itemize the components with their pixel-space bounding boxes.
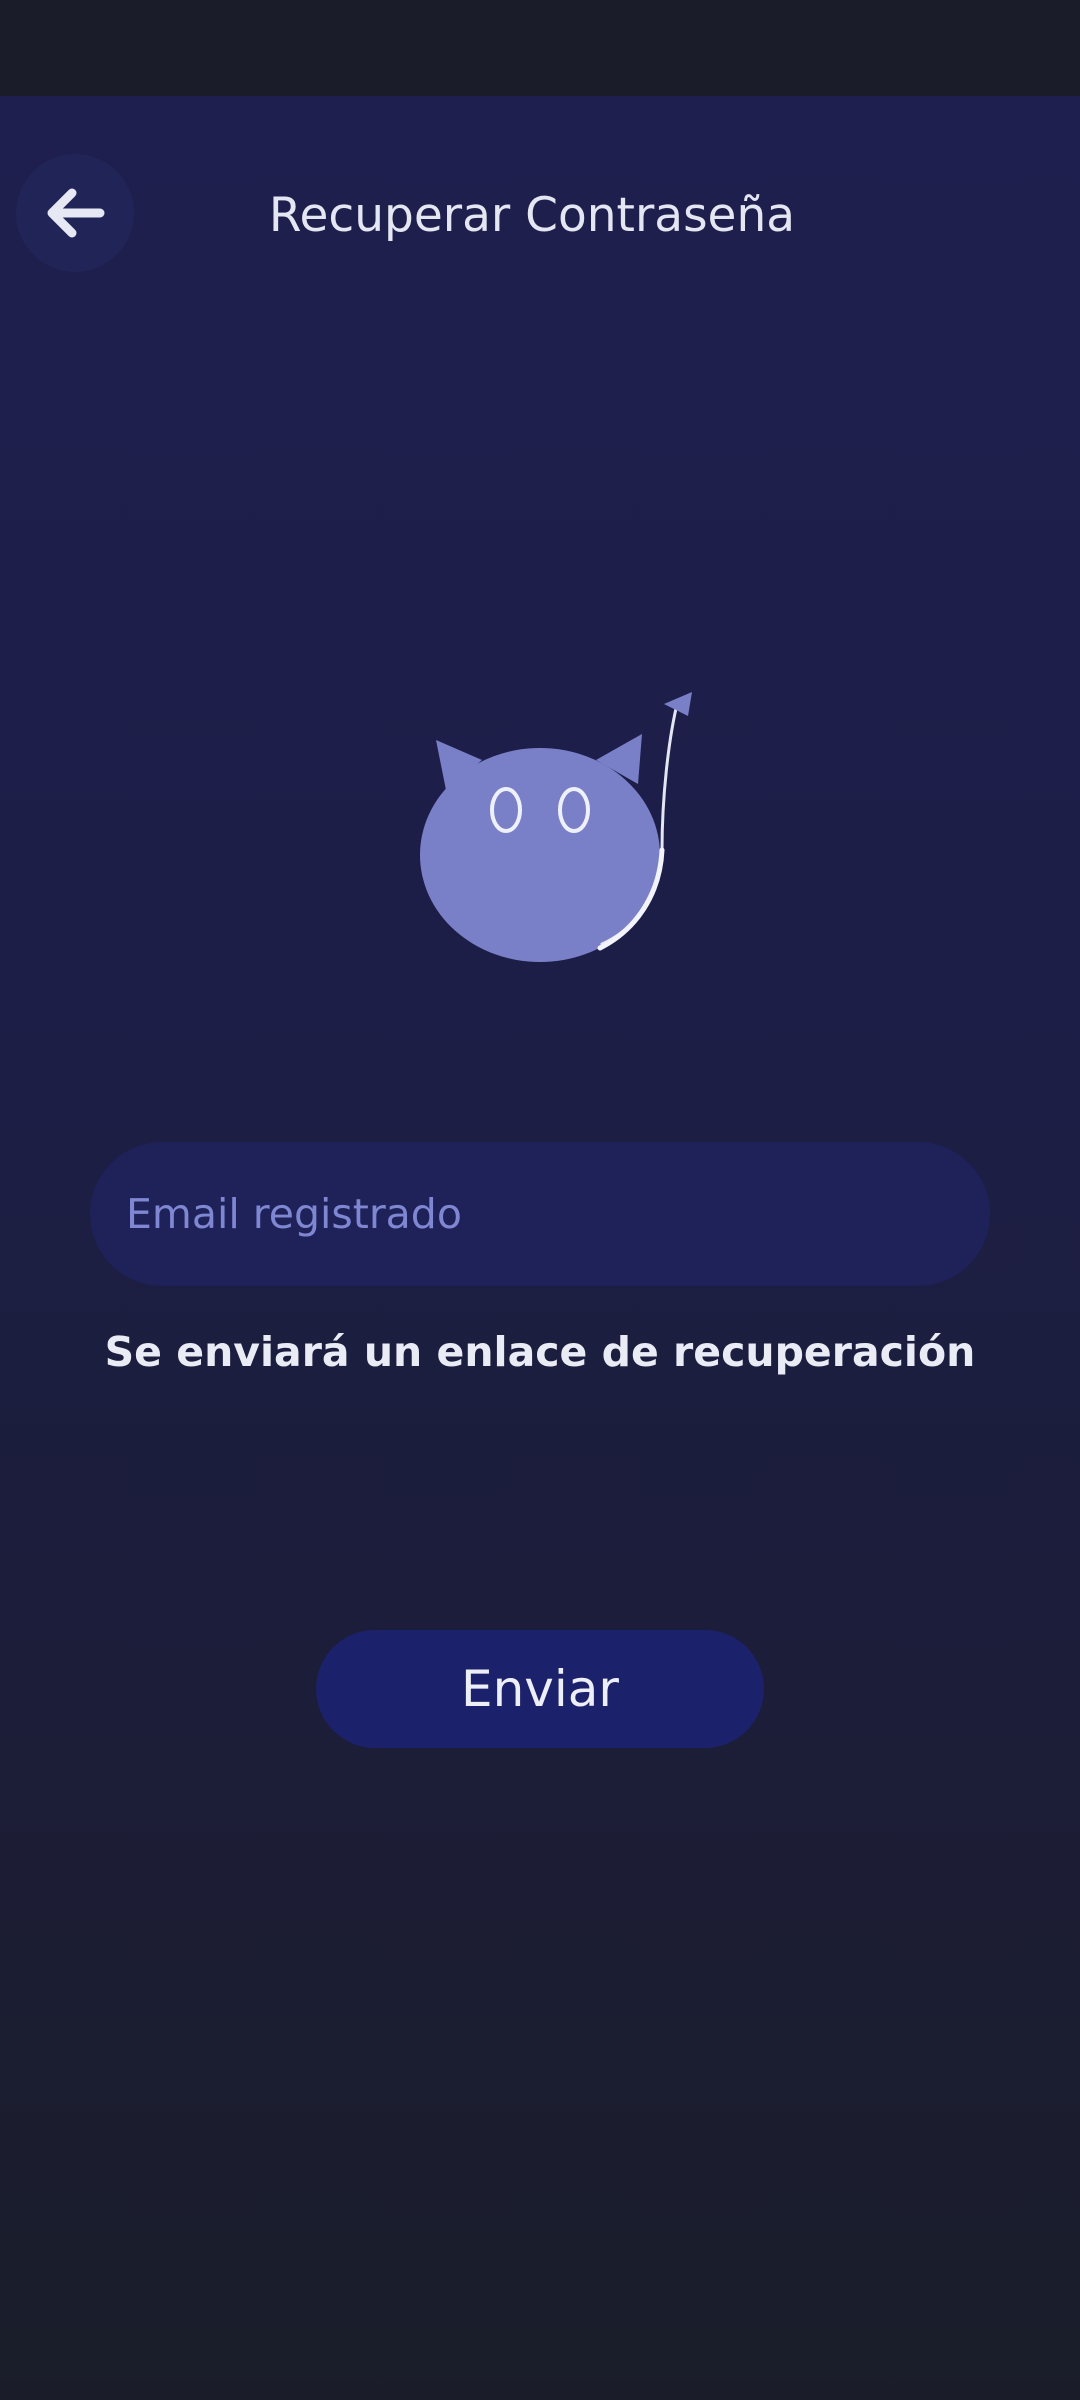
page-title: Recuperar Contraseña — [268, 188, 796, 243]
helper-text: Se enviará un enlace de recuperación — [104, 1328, 976, 1376]
status-bar — [0, 0, 1080, 96]
cat-mascot-icon — [420, 692, 692, 962]
email-field[interactable] — [90, 1142, 990, 1286]
send-button[interactable]: Enviar — [316, 1630, 764, 1748]
